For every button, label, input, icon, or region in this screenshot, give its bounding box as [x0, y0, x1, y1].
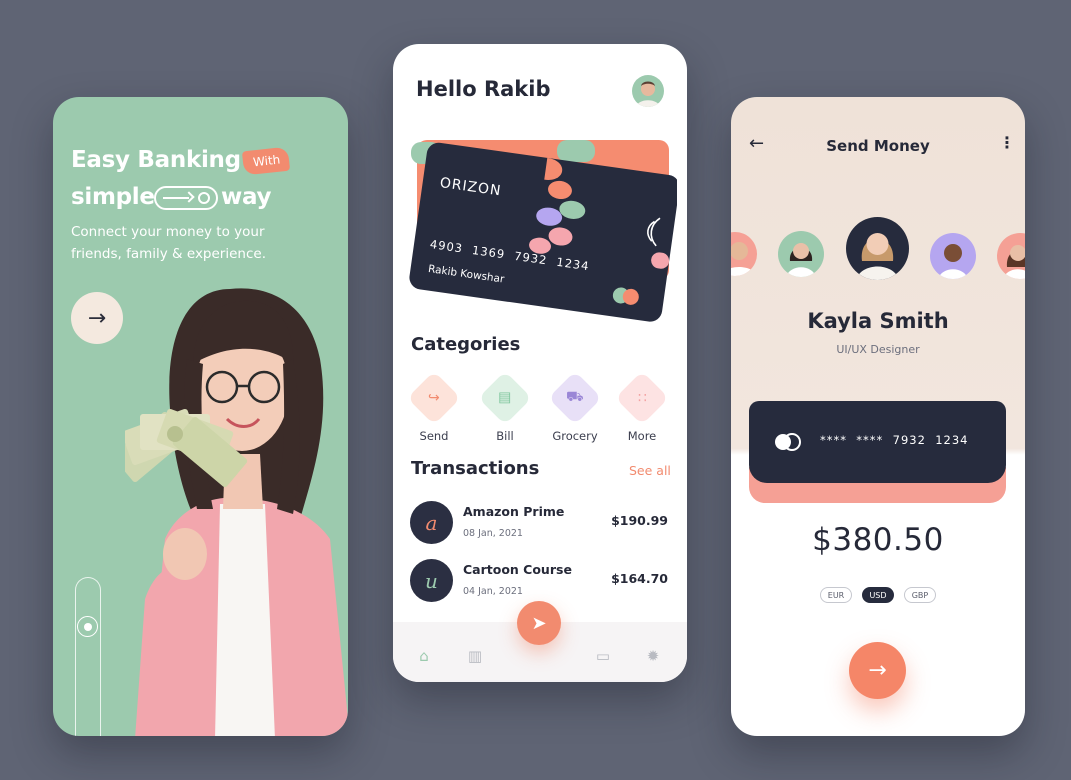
avatar[interactable] — [632, 75, 664, 107]
next-button[interactable]: → — [71, 292, 123, 344]
cart-icon: ⛟ — [548, 371, 602, 425]
contact-avatar-selected[interactable] — [846, 217, 909, 280]
arrow-right-icon: → — [87, 305, 107, 331]
contact-avatar[interactable] — [778, 231, 824, 277]
more-options-icon[interactable]: ⋮ — [999, 133, 1015, 152]
amazon-logo-icon: a — [410, 501, 453, 544]
contact-avatar[interactable] — [930, 233, 976, 279]
contact-icon — [786, 243, 816, 277]
onboarding-screen: Easy Banking With simple way Connect you… — [53, 97, 348, 736]
onboarding-title-way: way — [221, 184, 272, 210]
page-slider[interactable] — [75, 577, 101, 736]
woman-with-money-illustration — [125, 288, 348, 736]
category-bill[interactable]: ▤ Bill — [474, 371, 536, 443]
transactions-title: Transactions — [411, 458, 540, 479]
category-grocery[interactable]: ⛟ Grocery — [544, 371, 606, 443]
send-amount: $380.50 — [812, 522, 944, 558]
chat-icon[interactable]: ▭ — [593, 646, 613, 666]
greeting: Hello Rakib — [416, 77, 551, 101]
recipient-role: UI/UX Designer — [836, 343, 920, 356]
transfer-pill-icon — [154, 186, 218, 210]
contact-avatar[interactable] — [731, 232, 757, 276]
arrow-right-icon: → — [868, 658, 887, 683]
onboarding-subtitle: Connect your money to your friends, fami… — [71, 224, 266, 262]
home-screen: Hello Rakib ORIZON 4903 1369 7932 1234 R… — [393, 44, 687, 682]
see-all-link[interactable]: See all — [629, 463, 671, 478]
onboarding-title-line1: Easy Banking — [71, 147, 241, 173]
contact-icon — [856, 233, 899, 280]
page-title: Send Money — [826, 137, 930, 155]
contact-icon — [731, 242, 757, 276]
contact-avatar[interactable] — [997, 233, 1025, 279]
send-fab-button[interactable]: ➤ — [517, 601, 561, 645]
currency-usd[interactable]: USD — [862, 587, 894, 603]
currency-eur[interactable]: EUR — [820, 587, 852, 603]
transaction-row[interactable]: u Cartoon Course 04 Jan, 2021 $164.70 — [410, 559, 668, 603]
bill-icon: ▤ — [478, 371, 532, 425]
category-send[interactable]: ↪ Send — [403, 371, 465, 443]
contact-icon — [938, 244, 968, 279]
selected-card[interactable]: **** **** 7932 1234 — [749, 401, 1006, 483]
categories-title: Categories — [411, 334, 521, 355]
card-number-masked: **** **** 7932 1234 — [820, 433, 969, 447]
recipient-name: Kayla Smith — [807, 309, 949, 333]
transaction-row[interactable]: a Amazon Prime 08 Jan, 2021 $190.99 — [410, 501, 668, 545]
contact-icon — [1003, 245, 1025, 279]
course-logo-icon: u — [410, 559, 453, 602]
card-chip-icon — [775, 433, 801, 451]
with-tag: With — [241, 146, 291, 176]
home-icon[interactable]: ⌂ — [414, 646, 434, 666]
send-money-icon: ↪ — [407, 371, 461, 425]
paper-plane-icon: ➤ — [531, 612, 547, 634]
send-money-screen: ← Send Money ⋮ Kayla Smith UI/UX Designe… — [731, 97, 1025, 736]
onboarding-title-simple: simple — [71, 184, 155, 210]
send-confirm-button[interactable]: → — [849, 642, 906, 699]
settings-icon[interactable]: ✹ — [643, 646, 663, 666]
currency-gbp[interactable]: GBP — [904, 587, 936, 603]
currency-selector: EUR USD GBP — [731, 587, 1025, 603]
slider-knob[interactable] — [77, 616, 98, 637]
stats-icon[interactable]: ▥ — [465, 646, 485, 666]
category-more[interactable]: ∷ More — [611, 371, 673, 443]
more-grid-icon: ∷ — [615, 371, 669, 425]
user-avatar-icon — [636, 81, 660, 107]
